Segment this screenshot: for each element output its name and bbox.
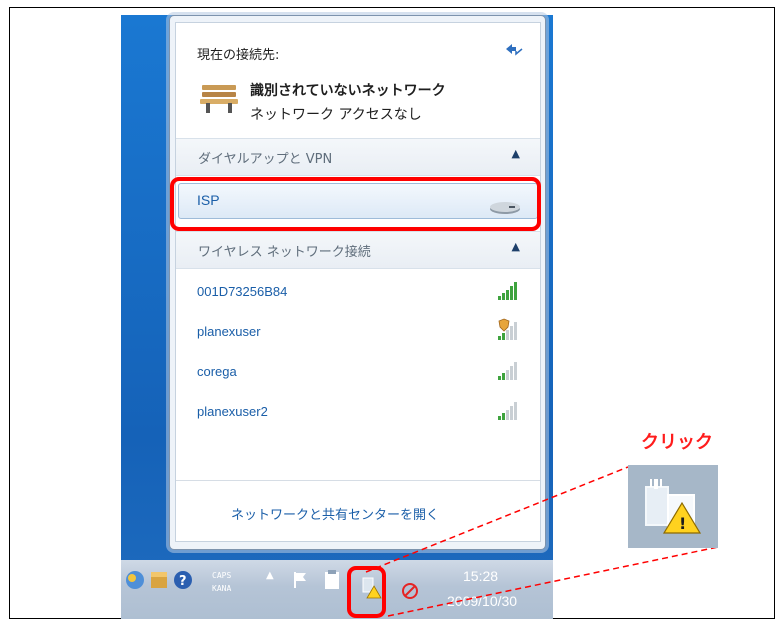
zoomed-network-icon: !: [628, 465, 718, 548]
svg-text:!: !: [679, 514, 686, 533]
network-warning-icon: !: [645, 479, 702, 534]
